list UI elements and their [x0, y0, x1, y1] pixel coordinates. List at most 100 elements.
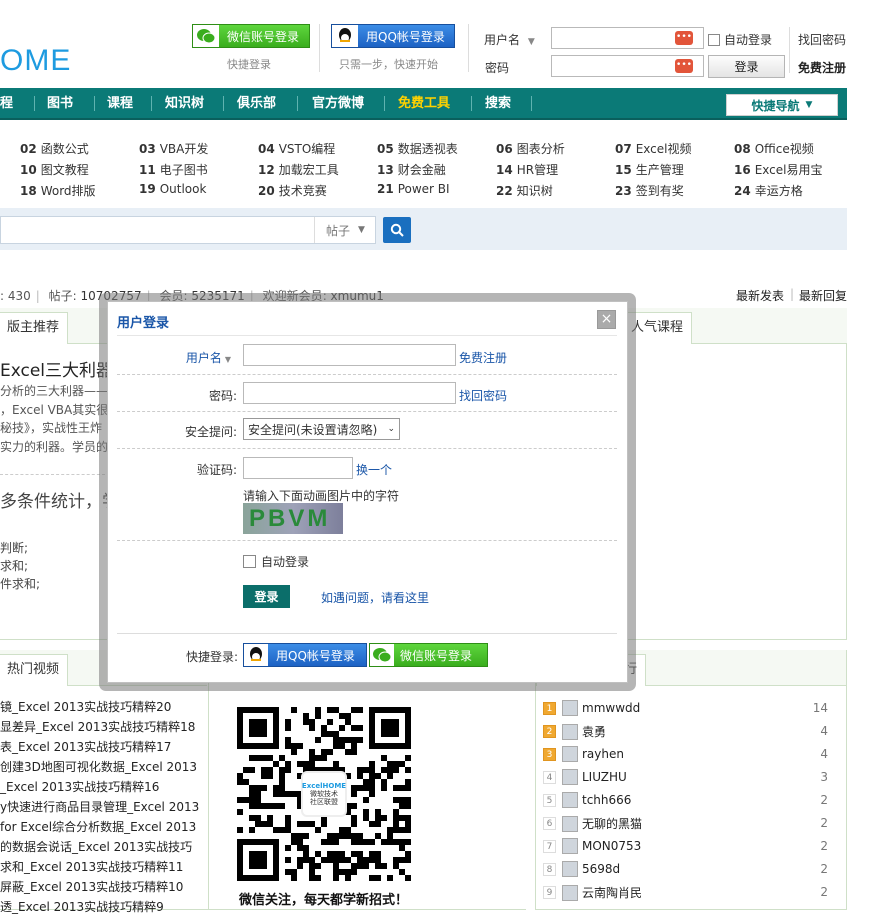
category-link[interactable]: 10 图文教程: [20, 161, 89, 178]
video-link[interactable]: 透_Excel 2013实战技巧精粹9: [0, 898, 164, 915]
nav-item-weibo[interactable]: 官方微博: [312, 88, 364, 118]
category-link[interactable]: 21 Power BI: [377, 182, 450, 196]
search-button[interactable]: [383, 217, 411, 243]
quick-nav-button[interactable]: 快捷导航 ▼: [726, 94, 838, 116]
avatar[interactable]: [562, 815, 578, 832]
video-link[interactable]: 屏蔽_Excel 2013实战技巧精粹10: [0, 878, 183, 895]
ranking-row[interactable]: 3 rayhen: [543, 746, 624, 762]
tab-moderator-picks[interactable]: 版主推荐: [0, 312, 69, 344]
avatar[interactable]: [562, 723, 578, 740]
video-link[interactable]: 显差异_Excel 2013实战技巧精粹18: [0, 718, 195, 735]
login-button[interactable]: 登录: [708, 55, 785, 78]
ranking-row[interactable]: 6 无聊的黑猫: [543, 815, 642, 832]
user-name-link[interactable]: 5698d: [582, 862, 620, 876]
wechat-login-button[interactable]: 微信账号登录: [192, 24, 310, 48]
avatar[interactable]: [562, 746, 578, 762]
tab-hot-videos[interactable]: 热门视频: [0, 654, 69, 686]
video-link[interactable]: _Excel 2013实战技巧精粹16: [0, 778, 159, 795]
ranking-row[interactable]: 1 mmwwdd: [543, 700, 640, 716]
nav-item-course-partial[interactable]: 程: [0, 88, 13, 118]
category-link[interactable]: 13 财会金融: [377, 161, 446, 178]
category-link[interactable]: 06 图表分析: [496, 140, 565, 157]
ranking-row[interactable]: 7 MON0753: [543, 838, 641, 854]
username-label[interactable]: 用户名 ▼: [484, 31, 535, 48]
category-link[interactable]: 15 生产管理: [615, 161, 684, 178]
category-link[interactable]: 07 Excel视频: [615, 140, 692, 157]
user-name-link[interactable]: LIUZHU: [582, 770, 627, 784]
modal-wechat-login-button[interactable]: 微信账号登录: [369, 643, 488, 667]
checkbox[interactable]: [708, 33, 720, 46]
video-link[interactable]: 求和_Excel 2013实战技巧精粹11: [0, 858, 183, 875]
user-name-link[interactable]: 云南陶肖民: [582, 884, 642, 901]
latest-replies-link[interactable]: 最新回复: [799, 287, 847, 304]
ranking-row[interactable]: 2 袁勇: [543, 723, 606, 740]
category-link[interactable]: 19 Outlook: [139, 182, 206, 196]
avatar[interactable]: [562, 700, 578, 716]
checkbox[interactable]: [243, 555, 256, 568]
video-link[interactable]: for Excel综合分析数据_Excel 2013: [0, 818, 196, 835]
category-link[interactable]: 04 VSTO编程: [258, 140, 335, 157]
find-password-link[interactable]: 找回密码: [798, 31, 846, 48]
user-name-link[interactable]: MON0753: [582, 839, 641, 853]
captcha-image[interactable]: PBVM: [243, 503, 343, 534]
user-name-link[interactable]: 袁勇: [582, 723, 606, 740]
nav-item-books[interactable]: 图书: [47, 88, 73, 118]
ranking-row[interactable]: 4 LIUZHU: [543, 769, 627, 785]
password-input[interactable]: •••: [551, 55, 704, 77]
username-type-select[interactable]: 用户名 ▼: [111, 349, 231, 366]
captcha-refresh-link[interactable]: 换一个: [356, 461, 392, 478]
modal-register-link[interactable]: 免费注册: [459, 349, 507, 366]
avatar[interactable]: [562, 769, 578, 785]
avatar[interactable]: [562, 861, 578, 877]
user-name-link[interactable]: rayhen: [582, 747, 624, 761]
headline-link[interactable]: Excel三大利器: [0, 356, 113, 381]
video-link[interactable]: 表_Excel 2013实战技巧精粹17: [0, 738, 171, 755]
qq-login-button[interactable]: 用QQ帐号登录: [331, 24, 455, 48]
site-logo[interactable]: OME: [0, 44, 71, 78]
ranking-row[interactable]: 5 tchh666: [543, 792, 631, 808]
user-name-link[interactable]: 无聊的黑猫: [582, 815, 642, 832]
category-link[interactable]: 18 Word排版: [20, 182, 96, 199]
category-link[interactable]: 12 加载宏工具: [258, 161, 339, 178]
captcha-input[interactable]: [243, 457, 353, 479]
latest-posts-link[interactable]: 最新发表: [736, 287, 784, 304]
help-link[interactable]: 如遇问题，请看这里: [321, 589, 429, 606]
category-link[interactable]: 05 数据透视表: [377, 140, 458, 157]
user-name-link[interactable]: tchh666: [582, 793, 631, 807]
auto-login-checkbox[interactable]: 自动登录: [708, 31, 772, 48]
video-link[interactable]: 的数据会说话_Excel 2013实战技巧: [0, 838, 192, 855]
modal-auto-login-checkbox[interactable]: 自动登录: [243, 553, 309, 570]
password-manager-icon[interactable]: •••: [675, 31, 693, 45]
search-scope-select[interactable]: 帖子 ▼: [314, 217, 376, 243]
security-question-select[interactable]: 安全提问(未设置请忽略) ⌄: [243, 418, 400, 440]
category-link[interactable]: 08 Office视频: [734, 140, 814, 157]
category-link[interactable]: 20 技术竞赛: [258, 182, 327, 199]
user-name-link[interactable]: mmwwdd: [582, 701, 640, 715]
nav-item-knowledge-tree[interactable]: 知识树: [165, 88, 204, 118]
category-link[interactable]: 23 签到有奖: [615, 182, 684, 199]
password-manager-icon[interactable]: •••: [675, 59, 693, 73]
video-link[interactable]: 创建3D地图可视化数据_Excel 2013: [0, 758, 197, 775]
video-link[interactable]: y快速进行商品目录管理_Excel 2013: [0, 798, 199, 815]
register-link[interactable]: 免费注册: [798, 59, 846, 76]
video-link[interactable]: 镜_Excel 2013实战技巧精粹20: [0, 698, 171, 715]
category-link[interactable]: 02 函数公式: [20, 140, 89, 157]
avatar[interactable]: [562, 792, 578, 808]
category-link[interactable]: 14 HR管理: [496, 161, 558, 178]
category-link[interactable]: 22 知识树: [496, 182, 553, 199]
close-icon[interactable]: ×: [597, 310, 616, 329]
category-link[interactable]: 24 幸运方格: [734, 182, 803, 199]
modal-qq-login-button[interactable]: 用QQ帐号登录: [243, 643, 367, 667]
modal-username-input[interactable]: [243, 344, 456, 366]
modal-find-password-link[interactable]: 找回密码: [459, 387, 507, 404]
ranking-row[interactable]: 8 5698d: [543, 861, 620, 877]
category-link[interactable]: 11 电子图书: [139, 161, 208, 178]
nav-item-club[interactable]: 俱乐部: [237, 88, 276, 118]
avatar[interactable]: [562, 884, 578, 901]
ranking-row[interactable]: 9 云南陶肖民: [543, 884, 642, 901]
category-link[interactable]: 03 VBA开发: [139, 140, 208, 157]
avatar[interactable]: [562, 838, 578, 854]
modal-password-input[interactable]: [243, 382, 456, 404]
nav-item-courses[interactable]: 课程: [107, 88, 133, 118]
nav-item-search[interactable]: 搜索: [485, 88, 511, 118]
